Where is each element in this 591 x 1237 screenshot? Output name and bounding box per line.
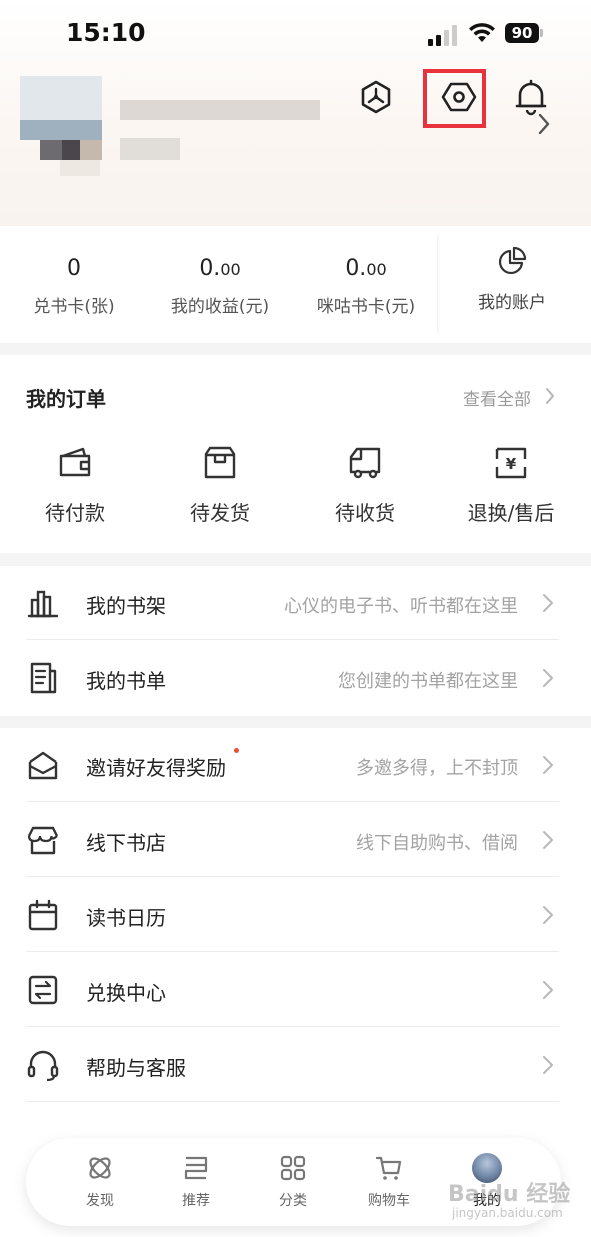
truck-icon — [349, 447, 381, 479]
stat-label: 咪咕书卡(元) — [316, 297, 416, 317]
headset-icon — [27, 1050, 59, 1082]
chevron-right-icon — [543, 669, 553, 687]
row-label: 兑换中心 — [86, 981, 166, 1005]
order-pending-shipment[interactable]: 待发货 — [155, 445, 285, 535]
tab-label: 分类 — [279, 1193, 307, 1209]
orders-title: 我的订单 — [26, 387, 106, 411]
chevron-right-icon — [546, 388, 554, 404]
order-label: 待发货 — [190, 501, 250, 525]
view-all-orders-link[interactable]: 查看全部 — [463, 385, 531, 410]
row-hint: 线下自助购书、借阅 — [356, 833, 518, 854]
avatar[interactable] — [20, 76, 102, 176]
tab-label: 推荐 — [182, 1193, 210, 1209]
row-label: 线下书店 — [86, 831, 166, 855]
stat-value: 0. — [199, 256, 221, 281]
notification-dot — [234, 748, 239, 753]
pie-chart-icon — [498, 246, 527, 275]
refund-icon: ¥ — [495, 447, 527, 479]
booklist-icon — [30, 662, 57, 694]
order-label: 退换/售后 — [467, 501, 555, 525]
row-label: 我的书架 — [86, 594, 166, 618]
row-label: 邀请好友得奖励 — [86, 756, 226, 780]
svg-text:¥: ¥ — [506, 455, 517, 473]
chevron-right-icon — [543, 756, 553, 774]
category-icon — [280, 1155, 306, 1181]
row-label: 帮助与客服 — [86, 1056, 186, 1080]
row-my-booklist[interactable]: 我的书单 您创建的书单都在这里 — [0, 641, 591, 715]
tab-category[interactable]: 分类 — [248, 1138, 338, 1226]
stat-label: 我的收益(元) — [170, 297, 270, 317]
profile-page: 15:10 90 0 兑书卡(张) 0.00 我的收益(元) 0.00 咪咕书卡… — [0, 0, 591, 1237]
row-exchange-center[interactable]: 兑换中心 — [0, 953, 591, 1027]
status-bar: 15:10 90 — [0, 0, 591, 70]
chevron-right-icon — [543, 594, 553, 612]
wifi-icon — [469, 23, 495, 42]
row-hint: 多邀多得，上不封顶 — [356, 758, 518, 779]
order-pending-receipt[interactable]: 待收货 — [300, 445, 430, 535]
store-icon — [27, 826, 59, 855]
account-label: 我的账户 — [478, 293, 546, 313]
stat-decimal: 00 — [366, 260, 387, 279]
bookshelf-icon — [27, 590, 59, 618]
status-time: 15:10 — [66, 18, 146, 47]
row-offline-bookstore[interactable]: 线下书店 线下自助购书、借阅 — [0, 803, 591, 877]
row-help-support[interactable]: 帮助与客服 — [0, 1028, 591, 1102]
watermark-url: jingyan.baidu.com — [452, 1206, 563, 1220]
divider — [26, 951, 559, 952]
tab-discover[interactable]: 发现 — [55, 1138, 145, 1226]
chevron-right-icon — [543, 831, 553, 849]
stat-decimal: 00 — [220, 260, 241, 279]
my-account-button[interactable]: 我的账户 — [447, 226, 577, 343]
orders-card: 我的订单 查看全部 待付款 待发货 待收货 ¥ 退换/售后 — [0, 355, 591, 553]
order-refund-aftersales[interactable]: ¥ 退换/售后 — [446, 445, 576, 535]
chevron-right-icon — [543, 906, 553, 924]
watermark: Baidu 经验 — [448, 1182, 571, 1207]
chevron-right-icon — [543, 981, 553, 999]
settings-highlight-box — [423, 69, 486, 128]
user-id-blurred — [120, 138, 180, 160]
package-icon — [204, 446, 236, 479]
stat-label: 兑书卡(张) — [33, 297, 115, 317]
library-group: 我的书架 心仪的电子书、听书都在这里 我的书单 您创建的书单都在这里 — [0, 566, 591, 716]
discover-icon — [89, 1157, 111, 1179]
recommend-icon — [184, 1156, 208, 1180]
cart-icon — [375, 1156, 402, 1180]
row-reading-calendar[interactable]: 读书日历 — [0, 878, 591, 952]
row-hint: 心仪的电子书、听书都在这里 — [284, 596, 518, 617]
exchange-icon — [28, 975, 58, 1005]
order-pending-payment[interactable]: 待付款 — [10, 445, 140, 535]
order-label: 待付款 — [45, 501, 105, 525]
calendar-icon — [28, 899, 58, 931]
row-my-bookshelf[interactable]: 我的书架 心仪的电子书、听书都在这里 — [0, 566, 591, 640]
row-label: 我的书单 — [86, 669, 166, 693]
wallet-icon — [59, 447, 91, 477]
stat-value: 0 — [67, 256, 81, 281]
envelope-icon — [28, 751, 58, 780]
scan-icon[interactable] — [356, 77, 396, 117]
tab-recommend[interactable]: 推荐 — [151, 1138, 241, 1226]
tab-label: 购物车 — [368, 1193, 410, 1209]
tab-label: 发现 — [86, 1193, 114, 1209]
divider — [26, 639, 559, 640]
divider — [26, 801, 559, 802]
divider — [26, 876, 559, 877]
row-label: 读书日历 — [86, 906, 166, 930]
divider — [26, 1026, 559, 1027]
cellular-signal-icon — [428, 24, 460, 46]
profile-header: 15:10 90 — [0, 0, 591, 226]
divider — [26, 1101, 559, 1102]
battery-tip — [540, 29, 543, 37]
stat-value: 0. — [345, 256, 367, 281]
chevron-right-icon[interactable] — [535, 111, 553, 137]
assets-panel: 0 兑书卡(张) 0.00 我的收益(元) 0.00 咪咕书卡(元) 我的账户 — [0, 226, 591, 343]
stats-divider — [437, 234, 440, 334]
row-invite-friends[interactable]: 邀请好友得奖励 多邀多得，上不封顶 — [0, 728, 591, 802]
chevron-right-icon — [543, 1056, 553, 1074]
username-blurred — [120, 100, 320, 120]
row-hint: 您创建的书单都在这里 — [338, 671, 518, 692]
tab-cart[interactable]: 购物车 — [344, 1138, 434, 1226]
battery-indicator: 90 — [505, 23, 539, 43]
order-label: 待收货 — [335, 501, 395, 525]
